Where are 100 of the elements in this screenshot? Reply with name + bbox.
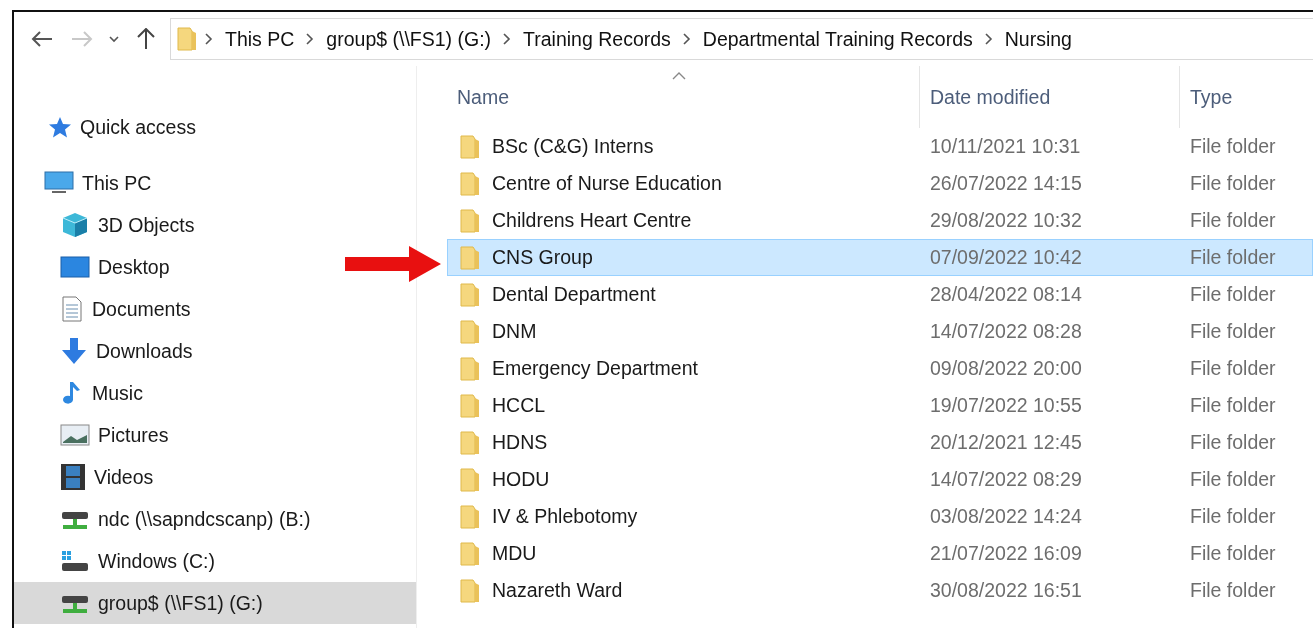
monitor-icon <box>44 171 74 195</box>
chevron-right-icon <box>503 33 512 45</box>
sidebar-item[interactable]: Videos <box>14 456 162 498</box>
film-icon <box>60 463 86 491</box>
file-type: File folder <box>1189 431 1277 454</box>
folder-icon <box>460 134 480 159</box>
file-name: DNM <box>492 320 537 343</box>
sort-up-icon <box>672 72 686 80</box>
file-name: HCCL <box>492 394 546 417</box>
file-name: Emergency Department <box>492 357 698 380</box>
chevron-right-icon <box>205 33 213 45</box>
column-header[interactable]: Type <box>1179 66 1313 128</box>
cube-icon <box>60 212 90 238</box>
folder-icon <box>460 578 480 603</box>
column-header[interactable]: Name <box>447 66 919 128</box>
date-modified: 09/08/2022 20:00 <box>929 357 1083 380</box>
file-type: File folder <box>1189 209 1277 232</box>
folder-icon <box>177 27 197 51</box>
sidebar-item[interactable]: Quick access <box>14 106 204 148</box>
file-type: File folder <box>1189 542 1277 565</box>
folder-icon <box>460 504 480 529</box>
date-modified: 21/07/2022 16:09 <box>929 542 1083 565</box>
windows-drive-icon <box>60 549 90 573</box>
file-row[interactable]: Childrens Heart Centre 29/08/2022 10:32 File folder <box>447 202 1313 239</box>
date-modified: 10/11/2021 10:31 <box>929 135 1082 158</box>
folder-icon <box>460 467 480 492</box>
forward-arrow-icon <box>71 31 93 47</box>
file-name: Dental Department <box>492 283 656 306</box>
file-type: File folder <box>1189 246 1277 269</box>
file-row[interactable]: Centre of Nurse Education 26/07/2022 14:15 File folder <box>447 165 1313 202</box>
breadcrumb[interactable]: This PC <box>221 27 299 51</box>
date-modified: 03/08/2022 14:24 <box>929 505 1083 528</box>
breadcrumb[interactable]: Nursing <box>1000 27 1076 51</box>
file-type: File folder <box>1189 357 1277 380</box>
pointer-arrow-icon <box>345 246 441 282</box>
folder-icon <box>460 430 480 455</box>
folder-icon <box>460 393 480 418</box>
file-name: IV & Phlebotomy <box>492 505 638 528</box>
date-modified: 29/08/2022 10:32 <box>929 209 1083 232</box>
file-name: Childrens Heart Centre <box>492 209 692 232</box>
date-modified: 30/08/2022 16:51 <box>929 579 1083 602</box>
folder-icon <box>460 356 480 381</box>
chevron-right-icon <box>682 33 691 45</box>
down-arrow-icon <box>60 337 88 365</box>
folder-icon <box>460 282 480 307</box>
file-row[interactable]: HDNS 20/12/2021 12:45 File folder <box>447 424 1313 461</box>
file-type: File folder <box>1189 394 1277 417</box>
file-row[interactable]: HCCL 19/07/2022 10:55 File folder <box>447 387 1313 424</box>
desktop-icon <box>60 255 90 279</box>
file-type: File folder <box>1189 505 1277 528</box>
sidebar-item[interactable]: Windows (C:) <box>14 540 223 582</box>
breadcrumb[interactable]: Departmental Training Records <box>698 27 977 51</box>
sidebar-item[interactable]: group$ (\\FS1) (G:) <box>14 582 416 624</box>
folder-icon <box>460 171 480 196</box>
column-header[interactable]: Date modified <box>919 66 1179 128</box>
file-name: HODU <box>492 468 550 491</box>
sidebar-item[interactable]: This PC <box>14 162 160 204</box>
file-row[interactable]: DNM 14/07/2022 08:28 File folder <box>447 313 1313 350</box>
file-type: File folder <box>1189 579 1277 602</box>
file-name: HDNS <box>492 431 548 454</box>
file-row[interactable]: HODU 14/07/2022 08:29 File folder <box>447 461 1313 498</box>
file-row[interactable]: Nazareth Ward 30/08/2022 16:51 File folder <box>447 572 1313 609</box>
file-name: MDU <box>492 542 537 565</box>
up-arrow-icon <box>137 28 155 50</box>
file-row[interactable]: Dental Department 28/04/2022 08:14 File folder <box>447 276 1313 313</box>
file-row[interactable]: IV & Phlebotomy 03/08/2022 14:24 File folder <box>447 498 1313 535</box>
file-type: File folder <box>1189 468 1277 491</box>
chevron-right-icon <box>306 33 315 45</box>
sidebar-item[interactable]: 3D Objects <box>14 204 203 246</box>
file-type: File folder <box>1189 172 1277 195</box>
sidebar-item[interactable]: Downloads <box>14 330 201 372</box>
breadcrumb[interactable]: Training Records <box>519 27 675 51</box>
sidebar-item[interactable]: Pictures <box>14 414 177 456</box>
chevron-down-icon <box>109 35 119 43</box>
folder-icon <box>460 541 480 566</box>
sidebar-item[interactable]: Music <box>14 372 151 414</box>
date-modified: 14/07/2022 08:28 <box>929 320 1083 343</box>
date-modified: 28/04/2022 08:14 <box>929 283 1083 306</box>
file-name: CNS Group <box>492 246 593 269</box>
file-name: Nazareth Ward <box>492 579 623 602</box>
file-type: File folder <box>1189 320 1277 343</box>
sidebar-item[interactable]: ndc (\\sapndcscanp) (B:) <box>14 498 319 540</box>
file-row[interactable]: Emergency Department 09/08/2022 20:00 File folder <box>447 350 1313 387</box>
star-icon <box>48 116 72 138</box>
file-name: Centre of Nurse Education <box>492 172 722 195</box>
file-type: File folder <box>1189 283 1277 306</box>
date-modified: 14/07/2022 08:29 <box>929 468 1083 491</box>
file-row[interactable]: BSc (C&G) Interns 10/11/2021 10:31 File folder <box>447 128 1313 165</box>
breadcrumb[interactable]: group$ (\\FS1) (G:) <box>322 27 496 51</box>
picture-icon <box>60 423 90 447</box>
folder-icon <box>460 208 480 233</box>
sidebar-item[interactable]: Desktop <box>14 246 178 288</box>
back-arrow-icon <box>31 31 53 47</box>
sidebar-item[interactable]: Documents <box>14 288 199 330</box>
chevron-right-icon <box>984 33 993 45</box>
file-row[interactable]: MDU 21/07/2022 16:09 File folder <box>447 535 1313 572</box>
address-bar[interactable]: This PC group$ (\\FS1) (G:) Training Records Departmental Training Records Nursing <box>170 18 1313 60</box>
document-icon <box>60 296 84 322</box>
file-row[interactable]: CNS Group 07/09/2022 10:42 File folder <box>447 239 1313 276</box>
file-name: BSc (C&G) Interns <box>492 135 654 158</box>
